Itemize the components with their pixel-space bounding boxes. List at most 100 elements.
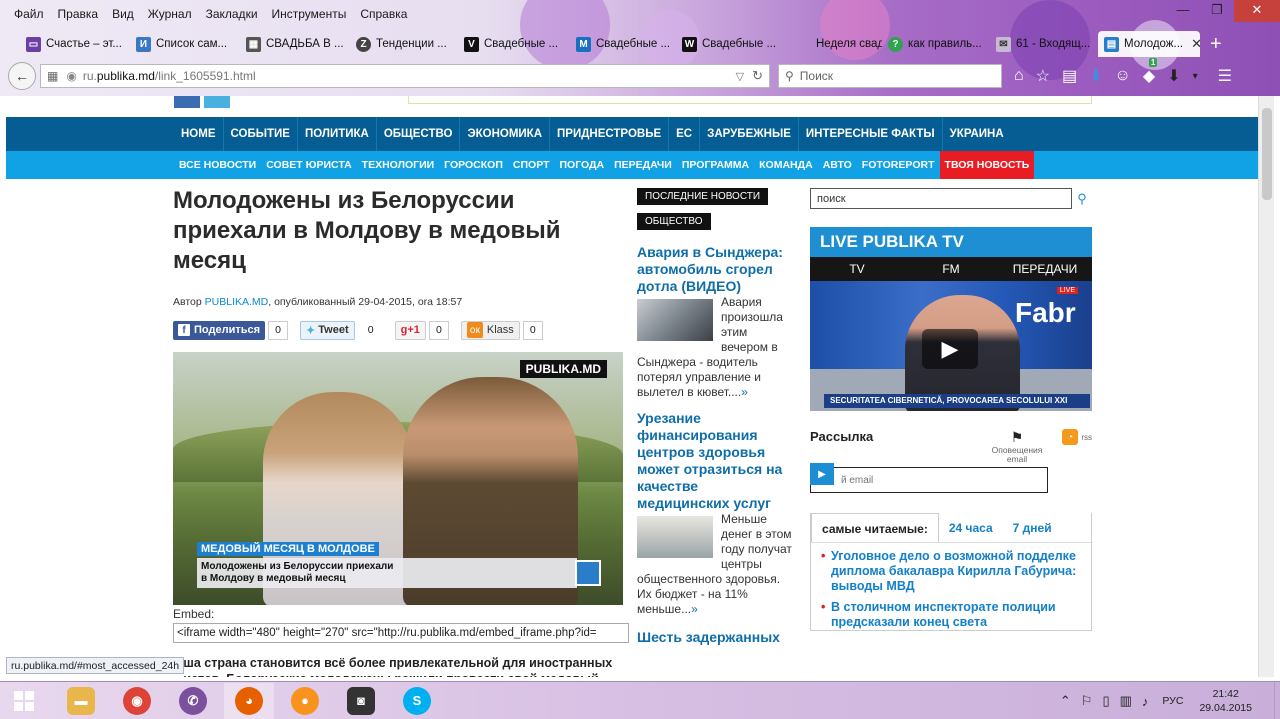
tab-tv[interactable]: TV: [810, 257, 904, 281]
nav-ukraine[interactable]: УКРАИНА: [941, 117, 1011, 151]
browser-tab[interactable]: M Свадебные ...: [570, 31, 676, 57]
browser-tab[interactable]: И Список сам...: [130, 31, 240, 57]
nav-team[interactable]: КОМАНДА: [754, 151, 818, 179]
play-icon[interactable]: ▶: [922, 329, 978, 369]
live-player[interactable]: Fabr LIVE ▶ SECURITATEA CIBERNETICĂ, PRO…: [810, 281, 1092, 411]
odnoklassniki-button[interactable]: ок Klass: [460, 320, 520, 340]
embed-code-input[interactable]: <iframe width="480" height="270" src="ht…: [173, 623, 629, 643]
flag-icon[interactable]: ⚐: [1081, 693, 1093, 709]
browser-tab[interactable]: Z Тенденции ...: [350, 31, 458, 57]
search-icon[interactable]: ⚲: [1072, 188, 1092, 209]
browser-tab[interactable]: W Свадебные ...: [676, 31, 790, 57]
nav-program[interactable]: ПРОГРАММА: [677, 151, 754, 179]
read-more-link[interactable]: »: [691, 602, 698, 616]
back-button[interactable]: ←: [8, 62, 36, 90]
email-input[interactable]: [810, 467, 1048, 493]
submit-arrow-button[interactable]: ▶: [810, 463, 834, 485]
minimize-button[interactable]: —: [1166, 0, 1200, 22]
facebook-icon[interactable]: [174, 96, 200, 108]
browser-search-input[interactable]: ⚲ Поиск: [778, 64, 1002, 88]
arrow-down-icon[interactable]: ⬇: [1167, 66, 1180, 86]
facebook-share-button[interactable]: f Поделиться: [173, 320, 266, 340]
new-tab-button[interactable]: +: [1210, 33, 1222, 55]
most-read-item[interactable]: В столичном инспекторате полиции предска…: [811, 594, 1091, 630]
menu-item[interactable]: Закладки: [206, 7, 258, 21]
site-search-input[interactable]: [810, 188, 1072, 209]
taskbar-skype[interactable]: S: [392, 683, 442, 719]
show-desktop-button[interactable]: [1274, 682, 1280, 719]
news-title-link[interactable]: Урезание финансирования центров здоровья…: [637, 410, 793, 512]
menu-item[interactable]: Журнал: [148, 7, 192, 21]
language-indicator[interactable]: РУС: [1162, 695, 1183, 707]
taskbar-chrome[interactable]: ◉: [112, 683, 162, 719]
menu-item[interactable]: Инструменты: [272, 7, 347, 21]
read-more-link[interactable]: »: [741, 385, 748, 399]
nav-society[interactable]: ОБЩЕСТВО: [375, 117, 460, 151]
reading-list-icon[interactable]: ▤: [1062, 66, 1077, 86]
tab-shows[interactable]: ПЕРЕДАЧИ: [998, 257, 1092, 281]
scrollbar-thumb[interactable]: [1262, 108, 1272, 200]
latest-news-label[interactable]: ПОСЛЕДНИЕ НОВОСТИ: [637, 188, 769, 205]
nav-sport[interactable]: СПОРТ: [508, 151, 555, 179]
browser-tab[interactable]: Неделя свад...: [790, 31, 882, 57]
taskbar-firefox[interactable]: ◕: [224, 682, 274, 719]
taskbar-odnoklassniki[interactable]: ●: [280, 683, 330, 719]
video-player[interactable]: PUBLIKA.MD МЕДОВЫЙ МЕСЯЦ В МОЛДОВЕ Молод…: [173, 352, 623, 605]
bookmark-star-icon[interactable]: ☆: [1036, 66, 1050, 86]
most-read-item[interactable]: Уголовное дело о возможной подделке дипл…: [811, 543, 1091, 594]
rss-link[interactable]: ◔ rss: [1062, 429, 1092, 445]
nav-all-news[interactable]: ВСЕ НОВОСТИ: [174, 151, 261, 179]
history-dropdown-icon[interactable]: ▽: [736, 70, 744, 83]
nav-foreign[interactable]: ЗАРУБЕЖНЫЕ: [699, 117, 798, 151]
news-thumbnail[interactable]: [637, 516, 713, 558]
nav-politics[interactable]: ПОЛИТИКА: [296, 117, 376, 151]
start-button[interactable]: [0, 682, 48, 719]
grid-icon[interactable]: ▦: [47, 69, 58, 83]
download-icon[interactable]: ⬇: [1089, 66, 1102, 86]
nav-events[interactable]: СОБЫТИЕ: [222, 117, 297, 151]
network-icon[interactable]: ▥: [1120, 693, 1132, 709]
extension-icon[interactable]: ◆ 1: [1143, 58, 1158, 86]
nav-transnistria[interactable]: ПРИДНЕСТРОВЬЕ: [549, 117, 668, 151]
reload-icon[interactable]: ↻: [752, 68, 763, 84]
tab-24h[interactable]: 24 часа: [939, 513, 1003, 542]
taskbar-camera[interactable]: ◙: [336, 683, 386, 719]
category-label[interactable]: ОБЩЕСТВО: [637, 213, 711, 230]
nav-shows[interactable]: ПЕРЕДАЧИ: [609, 151, 677, 179]
email-alerts[interactable]: ⚑ Оповещения email: [990, 429, 1044, 464]
nav-weather[interactable]: ПОГОДА: [554, 151, 609, 179]
nav-lawyer-advice[interactable]: СОВЕТ ЮРИСТА: [261, 151, 356, 179]
clock[interactable]: 21:42 29.04.2015: [1199, 687, 1252, 715]
taskbar-explorer[interactable]: ▬: [56, 683, 106, 719]
browser-tab[interactable]: ? как правиль...: [882, 31, 990, 57]
nav-eu[interactable]: ЕС: [668, 117, 699, 151]
browser-tab-active[interactable]: ▤ Молодож... ✕: [1098, 31, 1200, 57]
menu-item[interactable]: Вид: [112, 7, 134, 21]
nav-your-news[interactable]: ТВОЯ НОВОСТЬ: [939, 151, 1035, 179]
tray-expand-icon[interactable]: ⌃: [1060, 693, 1071, 709]
home-icon[interactable]: ⌂: [1014, 67, 1024, 85]
google-plus-button[interactable]: g+1: [394, 320, 426, 340]
close-tab-icon[interactable]: ✕: [1191, 36, 1200, 52]
url-bar[interactable]: ▦ ◉ ru. publika.md/link_1605591.html ▽ ↻: [40, 64, 770, 88]
battery-icon[interactable]: ▯: [1102, 693, 1109, 709]
overflow-dropdown-icon[interactable]: ▾: [1193, 71, 1198, 82]
nav-home[interactable]: HOME: [174, 117, 223, 151]
news-thumbnail[interactable]: [637, 299, 713, 341]
browser-tab[interactable]: V Свадебные ...: [458, 31, 570, 57]
nav-auto[interactable]: АВТО: [818, 151, 857, 179]
volume-icon[interactable]: ♪: [1142, 694, 1149, 709]
nav-economy[interactable]: ЭКОНОМИКА: [459, 117, 549, 151]
nav-technology[interactable]: ТЕХНОЛОГИИ: [357, 151, 440, 179]
author-link[interactable]: PUBLIKA.MD: [205, 296, 269, 308]
menu-item[interactable]: Файл: [14, 7, 44, 21]
menu-item[interactable]: Правка: [58, 7, 99, 21]
taskbar-viber[interactable]: ✆: [168, 683, 218, 719]
browser-tab[interactable]: ✉ 61 - Входящ...: [990, 31, 1098, 57]
nav-horoscope[interactable]: ГОРОСКОП: [439, 151, 508, 179]
tweet-button[interactable]: ✦ Tweet: [300, 320, 355, 340]
browser-tab[interactable]: ▦ СВАДЬБА В ...: [240, 31, 350, 57]
maximize-button[interactable]: ❐: [1200, 0, 1234, 22]
twitter-icon[interactable]: [204, 96, 230, 108]
browser-tab[interactable]: ▭ Счастье – эт...: [20, 31, 130, 57]
